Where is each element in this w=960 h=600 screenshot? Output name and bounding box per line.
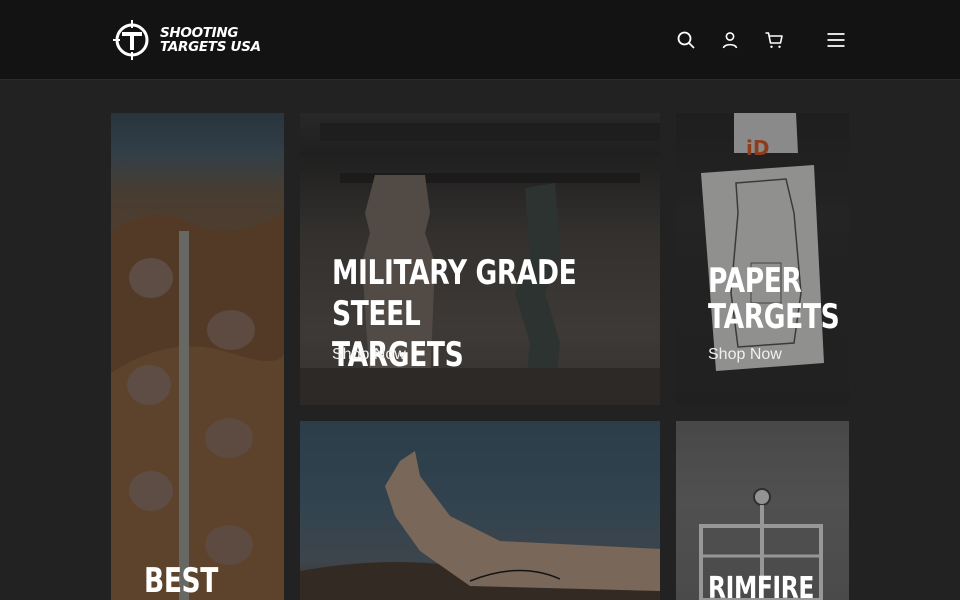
tile-title: PAPER TARGETS [708, 261, 840, 337]
category-tile-best[interactable]: BEST [111, 113, 284, 600]
menu-icon[interactable] [824, 28, 848, 52]
search-icon[interactable] [674, 28, 698, 52]
tile-title-line: TARGETS [708, 297, 840, 337]
category-tile-reactive-targets[interactable] [300, 421, 660, 600]
tile-title-line: MILITARY GRADE STEEL [332, 253, 577, 334]
category-tile-rimfire[interactable]: RIMFIRE [676, 421, 849, 600]
brand-line-1: SHOOTING [160, 25, 239, 41]
brand-logo[interactable]: SHOOTING TARGETS USA [112, 16, 261, 64]
image-overlay [111, 113, 284, 600]
site-header: SHOOTING TARGETS USA [0, 0, 960, 80]
cart-icon[interactable] [762, 28, 786, 52]
category-tile-paper-targets[interactable]: iD PAPER TARGETS Shop Now [676, 113, 849, 405]
crosshair-logo-icon [113, 20, 149, 60]
image-overlay [300, 421, 660, 600]
shop-now-link[interactable]: Shop Now [708, 346, 782, 364]
brand-line-2: TARGETS USA [160, 39, 261, 55]
shop-now-link[interactable]: Shop Now [332, 346, 406, 364]
brand-wordmark: SHOOTING TARGETS USA [160, 26, 261, 54]
account-icon[interactable] [718, 28, 742, 52]
tile-title: RIMFIRE [708, 571, 814, 600]
category-tile-steel-targets[interactable]: MILITARY GRADE STEEL TARGETS Shop Now [300, 113, 660, 405]
tile-title: BEST [144, 561, 218, 600]
tile-title-line: PAPER [708, 261, 802, 301]
